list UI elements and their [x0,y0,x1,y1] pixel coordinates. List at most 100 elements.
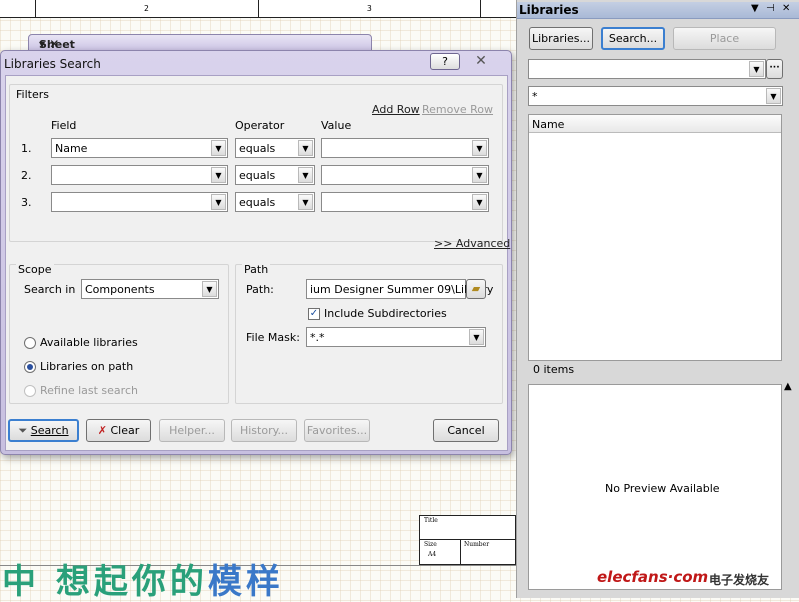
folder-icon[interactable]: ▰ [466,279,486,299]
dialog-title: Libraries Search [4,57,101,71]
radio-available-libraries[interactable] [24,337,36,349]
funnel-icon: ⏷ [18,424,28,437]
refine-last-search-label: Refine last search [40,384,138,397]
chevron-down-icon[interactable]: ▼ [749,61,764,77]
include-subdirectories-label: Include Subdirectories [324,307,447,320]
chevron-up-icon[interactable]: ▲ [784,381,792,392]
clear-icon: ✗ [97,424,107,437]
file-mask-combo[interactable]: *.* ▼ [306,327,486,347]
chevron-down-icon[interactable]: ▼ [202,281,217,297]
helper-button[interactable]: Helper... [159,419,225,442]
elecfans-logo: elecfans·com [597,568,709,586]
chevron-down-icon[interactable]: ▼ [211,140,226,156]
library-select[interactable]: ▼ [528,59,766,79]
path-label: Path: [246,283,274,296]
clear-button[interactable]: ✗ Clear [86,419,151,442]
operator-column-header: Operator [235,119,285,132]
chevron-down-icon[interactable]: ▼ [469,329,484,345]
title-block-divider [420,539,515,540]
libraries-button[interactable]: Libraries... [529,27,593,50]
libraries-search-dialog: Libraries Search ? ✕ Filters Add Row Rem… [0,50,512,455]
filter-row-number: 3. [21,196,32,209]
chevron-down-icon[interactable]: ▼ [298,140,313,156]
title-block: Title Size A4 Number [419,515,516,565]
title-label: Title [424,517,438,524]
chevron-down-icon[interactable]: ▼ [211,167,226,183]
search-in-combo[interactable]: Components ▼ [81,279,219,299]
path-input[interactable]: ium Designer Summer 09\Library [306,279,493,299]
pin-icon[interactable]: ⊣ [766,3,775,14]
file-mask-label: File Mask: [246,331,300,344]
operator-value: equals [239,169,276,182]
place-button[interactable]: Place [673,27,776,50]
operator-value: equals [239,142,276,155]
field-combo[interactable]: ▼ [51,165,228,185]
name-column-header[interactable]: Name [532,118,564,131]
chevron-down-icon[interactable]: ▼ [472,140,487,156]
help-button[interactable]: ? [430,53,460,70]
chevron-down-icon[interactable]: ▼ [766,88,781,104]
file-mask-value: *.* [310,331,325,344]
clear-button-label: Clear [110,424,140,437]
size-label: Size [424,541,437,548]
search-in-value: Components [85,283,155,296]
operator-combo[interactable]: equals ▼ [235,138,315,158]
ruler-number: 3 [367,4,372,13]
dialog-body: Filters Add Row Remove Row Field Operato… [5,75,510,451]
remove-row-link[interactable]: Remove Row [422,103,493,116]
chevron-down-icon[interactable]: ▼ [211,194,226,210]
filters-group: Filters Add Row Remove Row Field Operato… [9,84,503,242]
filter-combo[interactable]: * ▼ [528,86,783,106]
close-icon[interactable]: ✕ [469,52,493,70]
add-row-link[interactable]: Add Row [372,103,420,116]
components-list[interactable]: Name [528,114,782,361]
value-combo[interactable]: ▼ [321,192,489,212]
number-label: Number [464,541,490,548]
operator-value: equals [239,196,276,209]
chevron-down-icon[interactable]: ▼ [298,194,313,210]
preview-area: No Preview Available elecfans·com 电子发烧友 [528,384,782,590]
filters-label: Filters [16,88,49,101]
value-combo[interactable]: ▼ [321,138,489,158]
ruler-tick [35,0,36,18]
field-combo[interactable]: ▼ [51,192,228,212]
panel-title-bar: Libraries ▼ ⊣ ✕ [517,2,799,19]
path-group-label: Path [242,263,271,276]
ruler-tick [480,0,481,18]
filter-row-number: 1. [21,142,32,155]
cancel-button[interactable]: Cancel [433,419,499,442]
advanced-link[interactable]: >> Advanced [434,237,510,250]
panel-search-button[interactable]: Search... [601,27,665,50]
filter-row-number: 2. [21,169,32,182]
filter-value: * [532,90,538,103]
chevron-down-icon[interactable]: ▼ [472,167,487,183]
value-combo[interactable]: ▼ [321,165,489,185]
sheet-ruler: 2 3 [0,0,516,18]
radio-refine-last-search[interactable] [24,385,36,397]
libraries-on-path-label: Libraries on path [40,360,134,373]
field-combo[interactable]: Name ▼ [51,138,228,158]
elecfans-cn-logo: 电子发烧友 [709,573,770,587]
operator-combo[interactable]: equals ▼ [235,165,315,185]
history-button[interactable]: History... [231,419,297,442]
radio-libraries-on-path[interactable] [24,361,36,373]
banner-green: 中 想起你的 [2,562,208,602]
chevron-down-icon[interactable]: ▼ [298,167,313,183]
ruler-tick [258,0,259,18]
banner-blue: 模样 [207,562,284,602]
chevron-down-icon[interactable]: ▼ [472,194,487,210]
more-button[interactable]: ··· [766,59,783,79]
search-in-label: Search in [24,283,76,296]
value-column-header: Value [321,119,352,132]
operator-combo[interactable]: equals ▼ [235,192,315,212]
items-count: 0 items [533,363,575,376]
search-button[interactable]: ⏷ Search [8,419,79,442]
chevron-down-icon[interactable]: ▼ [751,3,759,14]
favorites-button[interactable]: Favorites... [304,419,370,442]
close-icon[interactable]: ✕ [782,3,790,14]
list-header: Name [529,115,781,133]
include-subdirectories-checkbox[interactable]: ✓ [308,308,320,320]
path-group: Path Path: ium Designer Summer 09\Librar… [235,263,503,404]
panel-title: Libraries [519,3,579,17]
field-column-header: Field [51,119,77,132]
